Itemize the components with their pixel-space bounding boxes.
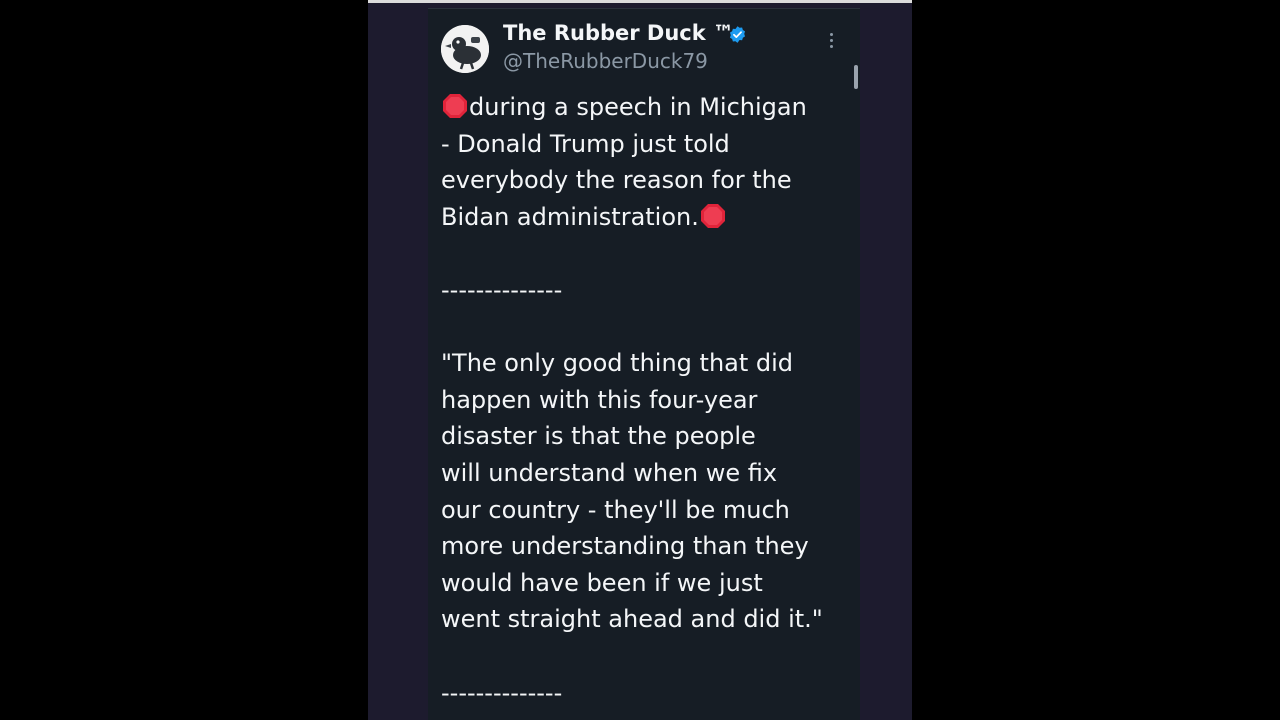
intro-text-1: during a speech in Michigan [469, 93, 807, 121]
intro-line-1: during a speech in Michigan [441, 89, 857, 126]
quote-line-1: "The only good thing that did [441, 349, 794, 378]
separator: -------------- [441, 275, 563, 304]
quote-line-6: more understanding than they [441, 532, 809, 561]
intro-line-2: - Donald Trump just told [441, 129, 730, 158]
intro-line-3: everybody the reason for the [441, 166, 792, 195]
top-edge-divider [368, 0, 912, 3]
author-handle[interactable]: @TheRubberDuck79 [503, 49, 708, 73]
avatar[interactable] [441, 25, 489, 73]
stop-sign-emoji-icon [700, 203, 725, 228]
intro-line-4: Bidan administration. [441, 199, 857, 236]
quote-line-7: would have been if we just [441, 568, 763, 597]
duck-avatar-icon [441, 25, 489, 73]
quote-line-4: will understand when we fix [441, 458, 778, 487]
quote-line-3: disaster is that the people [441, 422, 756, 451]
scrollbar-thumb[interactable] [854, 65, 858, 89]
quote-line-8: went straight ahead and did it." [441, 605, 823, 634]
separator-bottom: -------------- [441, 678, 563, 707]
intro-text-4: Bidan administration. [441, 202, 699, 231]
video-frame: The Rubber Duck ™ @TheRubberDuck79 durin… [368, 0, 912, 720]
post-card[interactable]: The Rubber Duck ™ @TheRubberDuck79 durin… [428, 8, 860, 720]
quote-line-5: our country - they'll be much [441, 495, 790, 524]
quote-line-2: happen with this four-year [441, 385, 758, 414]
more-options-icon[interactable] [826, 33, 836, 57]
author-name[interactable]: The Rubber Duck ™ [503, 21, 734, 45]
post-text: during a speech in Michigan - Donald Tru… [441, 89, 857, 711]
verified-badge-icon [729, 26, 746, 43]
stop-sign-emoji-icon [443, 94, 467, 118]
